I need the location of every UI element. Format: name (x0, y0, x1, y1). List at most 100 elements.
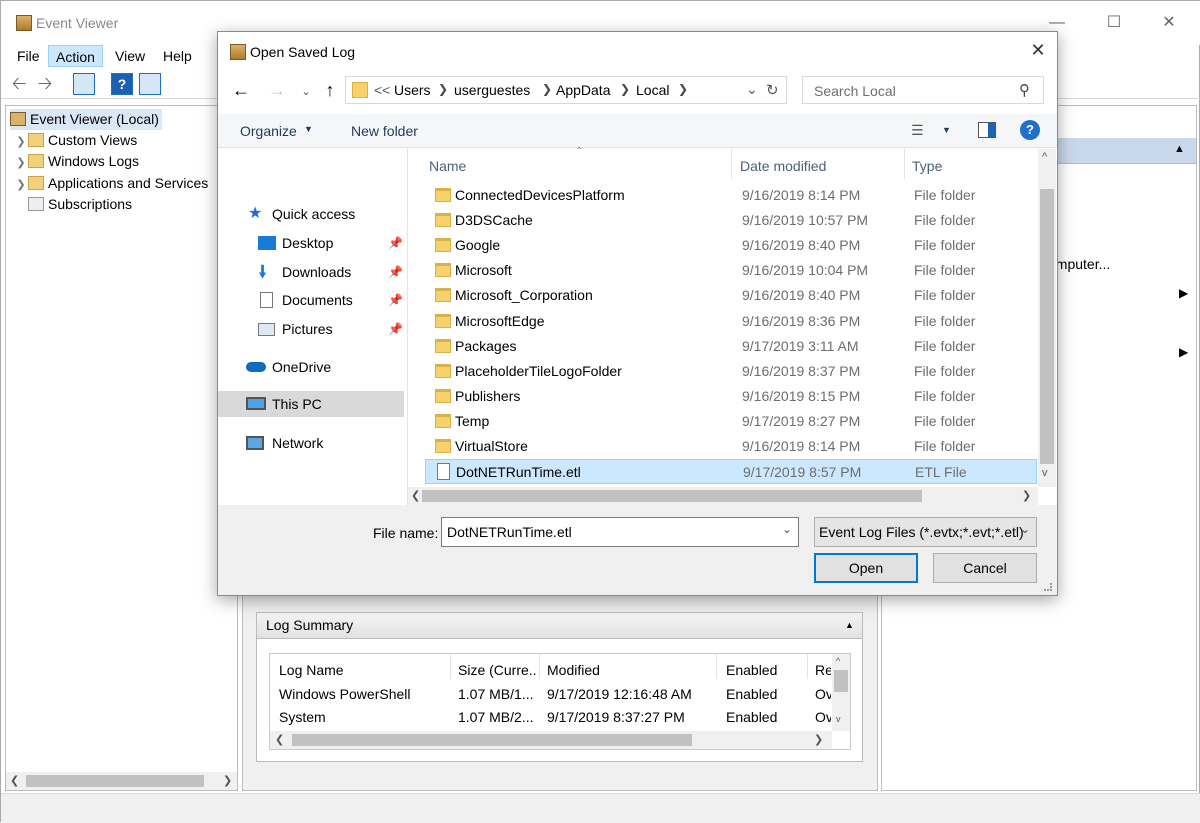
file-name-input[interactable]: DotNETRunTime.etl ⌄ (441, 517, 799, 547)
table-row[interactable]: System 1.07 MB/2... 9/17/2019 8:37:27 PM… (270, 707, 832, 729)
breadcrumb-appdata[interactable]: AppData (556, 82, 610, 98)
search-icon[interactable]: ⚲ (1019, 81, 1030, 99)
scrollbar-thumb[interactable] (1040, 189, 1054, 464)
scrollbar-thumb[interactable] (26, 775, 204, 787)
menu-view[interactable]: View (108, 45, 152, 67)
nav-item-quick-access[interactable]: ★ Quick access (218, 201, 404, 227)
nav-item-network[interactable]: Network (218, 430, 404, 456)
file-name-dropdown-icon[interactable]: ⌄ (782, 522, 792, 536)
nav-item-downloads[interactable]: 🠛 Downloads 📌 (218, 259, 404, 285)
file-row[interactable]: Google 9/16/2019 8:40 PM File folder (425, 233, 1037, 258)
log-summary-header[interactable]: Log Summary ▲ (257, 613, 862, 639)
scroll-left-icon[interactable]: ❮ (411, 489, 420, 502)
file-row[interactable]: Packages 9/17/2019 3:11 AM File folder (425, 334, 1037, 359)
scroll-left-icon[interactable]: ❮ (10, 774, 19, 787)
expand-chevron-icon[interactable]: ❯ (14, 132, 28, 153)
tree-item-event-viewer-local[interactable]: Event Viewer (Local) (10, 109, 162, 130)
show-hide-console-tree-icon[interactable] (73, 73, 95, 95)
submenu-arrow-icon[interactable]: ▶ (1179, 345, 1188, 359)
refresh-icon[interactable]: ↻ (766, 81, 779, 99)
file-row[interactable]: PlaceholderTileLogoFolder 9/16/2019 8:37 … (425, 359, 1037, 384)
column-header-log-name[interactable]: Log Name (279, 662, 344, 678)
pin-icon[interactable]: 📌 (388, 316, 403, 342)
help-icon[interactable]: ? (111, 73, 133, 95)
back-arrow-icon[interactable]: 🡠 (9, 73, 29, 93)
column-header-modified[interactable]: Modified (547, 662, 600, 678)
nav-item-this-pc[interactable]: This PC (218, 391, 404, 417)
scroll-up-icon[interactable]: ^ (1042, 151, 1047, 163)
scrollbar-thumb[interactable] (834, 670, 848, 692)
scroll-down-icon[interactable]: v (1042, 467, 1048, 479)
tree-item-subscriptions[interactable]: Subscriptions (14, 194, 132, 215)
organize-button[interactable]: Organize (240, 123, 297, 139)
file-list-horizontal-scrollbar[interactable]: ❮ ❯ (408, 487, 1038, 505)
back-arrow-icon[interactable]: ← (230, 80, 252, 101)
file-row[interactable]: VirtualStore 9/16/2019 8:14 PM File folder (425, 434, 1037, 459)
resize-grip-icon[interactable] (1044, 583, 1052, 591)
tree-item-applications-and-services[interactable]: ❯ Applications and Services (14, 173, 208, 194)
column-divider[interactable] (731, 149, 732, 179)
recent-locations-chevron-icon[interactable]: ⌄ (295, 85, 317, 98)
nav-item-desktop[interactable]: Desktop 📌 (218, 230, 404, 256)
scrollbar-thumb[interactable] (422, 490, 922, 502)
address-dropdown-chevron-icon[interactable]: ⌄ (746, 81, 758, 98)
column-header-enabled[interactable]: Enabled (726, 662, 777, 678)
expand-chevron-icon[interactable]: ❯ (14, 175, 28, 196)
new-folder-button[interactable]: New folder (351, 123, 418, 139)
change-view-icon[interactable]: ☰ (911, 122, 924, 139)
cancel-button[interactable]: Cancel (933, 553, 1037, 583)
menu-action[interactable]: Action (48, 45, 103, 67)
collapse-up-icon[interactable]: ▲ (845, 620, 854, 630)
nav-item-documents[interactable]: Documents 📌 (218, 287, 404, 313)
file-row[interactable]: DotNETRunTime.etl 9/17/2019 8:57 PM ETL Fi… (425, 459, 1037, 485)
view-dropdown-icon[interactable]: ▼ (942, 125, 951, 135)
close-icon[interactable]: ✕ (1026, 40, 1050, 61)
search-box[interactable]: Search Local ⚲ (802, 76, 1044, 104)
breadcrumb-separator-icon[interactable]: ❯ (678, 82, 688, 96)
tree-horizontal-scrollbar[interactable]: ❮ ❯ (6, 772, 237, 790)
file-row[interactable]: Temp 9/17/2019 8:27 PM File folder (425, 409, 1037, 434)
breadcrumb-users[interactable]: Users (394, 82, 431, 98)
scroll-down-icon[interactable]: v (836, 714, 841, 724)
scroll-right-icon[interactable]: ❯ (223, 774, 232, 787)
log-table-vertical-scrollbar[interactable]: ^ v (832, 654, 850, 731)
menu-file[interactable]: File (10, 45, 47, 67)
pin-icon[interactable]: 📌 (388, 230, 403, 256)
tree-item-custom-views[interactable]: ❯ Custom Views (14, 130, 137, 151)
file-type-select[interactable]: Event Log Files (*.evtx;*.evt;*.etl) ⌄ (814, 517, 1037, 547)
scroll-right-icon[interactable]: ❯ (814, 733, 823, 746)
nav-item-onedrive[interactable]: OneDrive (218, 354, 404, 380)
scrollbar-thumb[interactable] (292, 734, 692, 746)
file-row[interactable]: ConnectedDevicesPlatform 9/16/2019 8:14 P… (425, 183, 1037, 208)
file-row[interactable]: Microsoft 9/16/2019 10:04 PM File folder (425, 258, 1037, 283)
close-window-icon[interactable]: ✕ (1154, 9, 1184, 37)
up-arrow-icon[interactable]: ↑ (319, 80, 341, 101)
breadcrumb-userguestes[interactable]: userguestes (454, 82, 530, 98)
preview-pane-icon[interactable] (978, 122, 996, 138)
column-divider[interactable] (904, 149, 905, 179)
breadcrumb-separator-icon[interactable]: ❯ (620, 82, 630, 96)
column-header-size[interactable]: Size (Curre... (458, 662, 536, 678)
column-header-date-modified[interactable]: Date modified (740, 158, 826, 174)
column-header-retention[interactable]: Re (815, 662, 831, 678)
file-row[interactable]: Publishers 9/16/2019 8:15 PM File folder (425, 384, 1037, 409)
breadcrumb-overflow[interactable]: << (374, 82, 390, 98)
file-list-vertical-scrollbar[interactable]: ^ v (1038, 149, 1056, 487)
submenu-arrow-icon[interactable]: ▶ (1179, 286, 1188, 300)
breadcrumb-separator-icon[interactable]: ❯ (438, 82, 448, 96)
scroll-left-icon[interactable]: ❮ (275, 733, 284, 746)
file-row[interactable]: MicrosoftEdge 9/16/2019 8:36 PM File folde… (425, 309, 1037, 334)
address-bar[interactable]: << Users ❯ userguestes ❯ AppData ❯ Local… (345, 76, 787, 104)
collapse-up-icon[interactable]: ▲ (1174, 143, 1185, 155)
nav-item-pictures[interactable]: Pictures 📌 (218, 316, 404, 342)
organize-dropdown-icon[interactable]: ▼ (304, 124, 313, 134)
scroll-right-icon[interactable]: ❯ (1022, 489, 1031, 502)
forward-arrow-icon[interactable]: 🡢 (35, 73, 55, 93)
forward-arrow-icon[interactable]: → (266, 80, 288, 101)
scroll-up-icon[interactable]: ^ (836, 656, 840, 666)
table-row[interactable]: Windows PowerShell 1.07 MB/1... 9/17/201… (270, 684, 832, 706)
column-header-name[interactable]: Name (429, 158, 466, 174)
expand-chevron-icon[interactable]: ❯ (14, 153, 28, 174)
column-header-type[interactable]: Type (912, 158, 942, 174)
show-action-pane-icon[interactable] (139, 73, 161, 95)
